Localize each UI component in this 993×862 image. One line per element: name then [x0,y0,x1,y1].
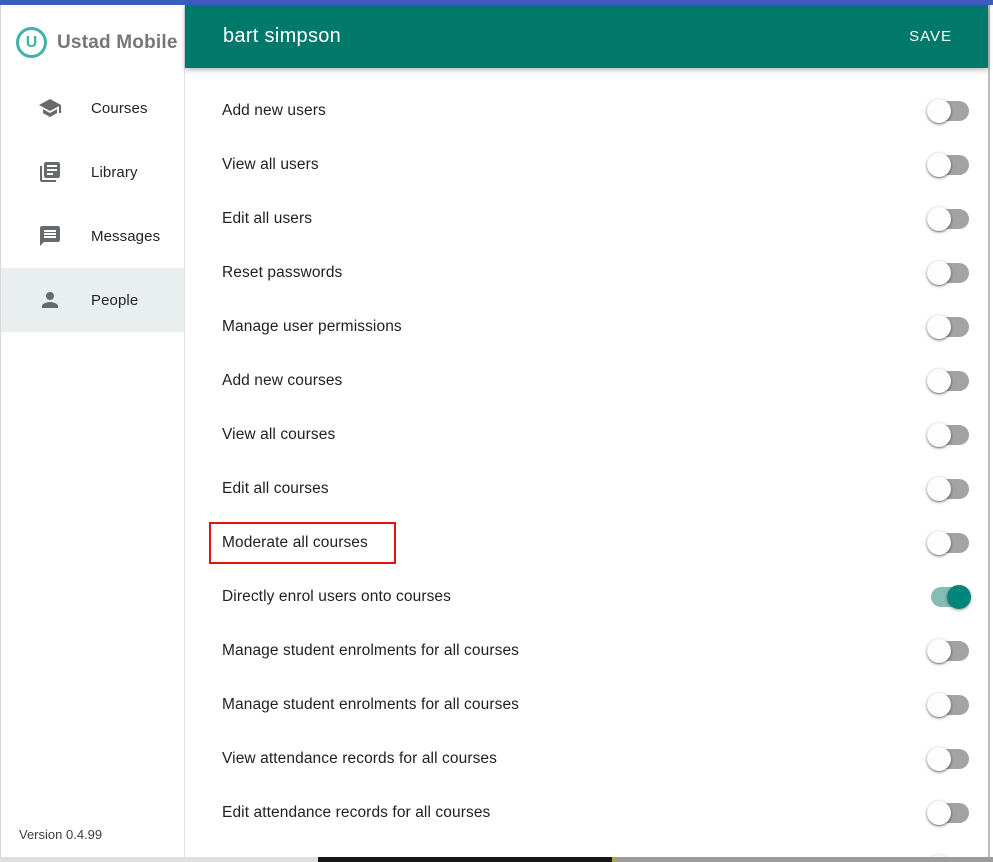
sidebar-item-label: Courses [91,100,148,117]
permission-row: Manage user permissions [185,300,988,354]
permission-row: Add new users [185,84,988,138]
permission-toggle-off[interactable] [927,531,971,555]
sidebar-item-label: Library [91,164,138,181]
sidebar-item-messages[interactable]: Messages [1,204,184,268]
permission-row: Edit attendance records for all courses [185,786,988,840]
graduation-cap-icon [38,96,62,120]
toggle-knob-icon [927,99,951,123]
permission-label: Reset passwords [222,264,342,282]
permission-toggle-off[interactable] [927,693,971,717]
permission-label: Add new courses [222,372,342,390]
permission-label-highlighted: Moderate all courses [209,522,396,564]
permission-label: Edit attendance records for all courses [222,804,490,822]
sidebar-item-label: People [91,292,138,309]
toggle-knob-icon [927,747,951,771]
permission-label: View attendance records for all courses [222,750,497,768]
permission-toggle-off[interactable] [927,747,971,771]
permission-label: Add new users [222,102,326,120]
permission-toggle-off[interactable] [927,99,971,123]
message-icon [38,224,62,248]
permission-toggle-off[interactable] [927,261,971,285]
permission-label: View all users [222,156,319,174]
sidebar-item-people[interactable]: People [1,268,184,332]
permission-row: Manage student enrolments for all course… [185,678,988,732]
permission-label: Manage user permissions [222,318,402,336]
permission-row: Edit all courses [185,462,988,516]
toggle-knob-icon [927,801,951,825]
permission-row: Add new courses [185,354,988,408]
appbar: bart simpson SAVE [185,5,988,68]
toggle-knob-icon [927,477,951,501]
toggle-knob-icon [927,207,951,231]
person-icon [38,288,62,312]
permission-label: Manage student enrolments for all course… [222,642,519,660]
toggle-knob-icon [927,423,951,447]
toggle-knob-icon [927,153,951,177]
background-window-edge [318,857,612,862]
app-window: U Ustad Mobile Courses Library Messages … [0,5,990,857]
permission-label: Edit all courses [222,480,329,498]
permission-label: Directly enrol users onto courses [222,588,451,606]
permission-toggle-off[interactable] [927,639,971,663]
main-panel: bart simpson SAVE Add new users View all… [185,5,988,857]
toggle-knob-icon [927,693,951,717]
app-logo: U Ustad Mobile [1,5,184,63]
permission-toggle-off[interactable] [927,423,971,447]
sidebar-item-label: Messages [91,228,160,245]
permission-row: View all users [185,138,988,192]
sidebar-nav: Courses Library Messages People [1,76,184,332]
toggle-knob-icon [927,639,951,663]
permission-toggle-off[interactable] [927,477,971,501]
toggle-knob-icon [927,369,951,393]
permission-row: Reset passwords [185,246,988,300]
library-books-icon [38,160,62,184]
sidebar-item-library[interactable]: Library [1,140,184,204]
toggle-knob-icon [927,261,951,285]
sidebar: U Ustad Mobile Courses Library Messages … [1,5,185,857]
permission-row: Manage student enrolments for all course… [185,624,988,678]
permission-toggle-off[interactable] [927,801,971,825]
permission-toggle-off[interactable] [927,207,971,231]
version-label: Version 0.4.99 [19,827,102,842]
permission-toggle-off[interactable] [927,153,971,177]
brand-name: Ustad Mobile [57,32,178,54]
permission-label: Edit all users [222,210,312,228]
background-taskbar-edge [615,857,993,862]
page-title: bart simpson [223,25,895,48]
permission-row: Edit all users [185,192,988,246]
permission-label: View all courses [222,426,335,444]
toggle-knob-icon [927,531,951,555]
window-bottom-edge-left [0,857,318,862]
permission-label: Manage student enrolments for all course… [222,696,519,714]
permission-toggle-off[interactable] [927,315,971,339]
sidebar-item-courses[interactable]: Courses [1,76,184,140]
permission-row: Directly enrol users onto courses [185,570,988,624]
permission-toggle-on[interactable] [927,585,971,609]
permission-row: View all courses [185,408,988,462]
save-button[interactable]: SAVE [895,19,966,54]
permission-toggle-off[interactable] [927,369,971,393]
permission-row: Moderate all courses [185,516,988,570]
permission-row [185,840,988,857]
toggle-knob-icon [947,585,971,609]
permission-row: View attendance records for all courses [185,732,988,786]
toggle-knob-icon [927,315,951,339]
ustad-logo-icon: U [16,27,47,58]
permissions-list: Add new users View all users Edit all us… [185,68,988,857]
